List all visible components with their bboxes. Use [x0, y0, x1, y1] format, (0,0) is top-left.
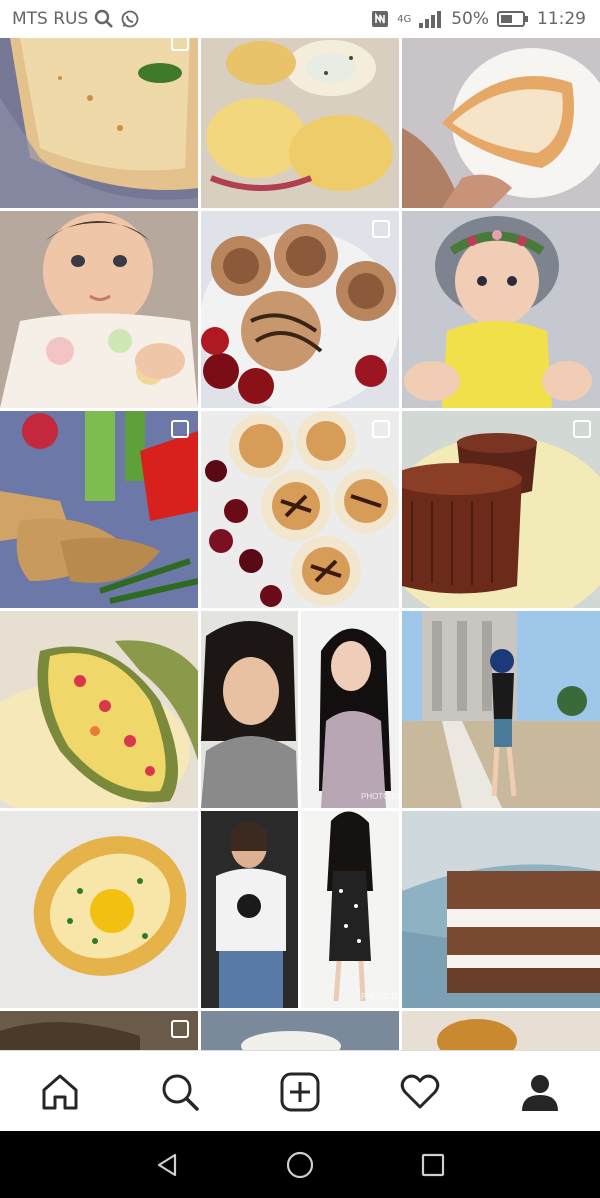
stuffed-zucchini-photo: [0, 611, 198, 808]
nav-new-post-button[interactable]: [240, 1051, 360, 1132]
grid-tile-city-walk[interactable]: [402, 611, 600, 808]
nav-search-button[interactable]: [120, 1051, 240, 1132]
nav-home-button[interactable]: [0, 1051, 120, 1132]
nav-activity-button[interactable]: [360, 1051, 480, 1132]
grid-tile-partial-3[interactable]: [402, 1011, 600, 1050]
breaded-chicken-vegetables-photo: [0, 411, 198, 608]
multi-post-icon: [171, 420, 189, 438]
partial-photo-1: [0, 1011, 198, 1050]
grid-tile-khachapuri[interactable]: [0, 811, 198, 1008]
status-bar: MTS RUS 4G 50% 11:29: [0, 0, 600, 38]
whatsapp-icon: [121, 10, 139, 28]
cheesecake-slice-photo: [402, 38, 600, 208]
profile-icon: [522, 1074, 558, 1111]
android-back-button[interactable]: [147, 1145, 187, 1185]
stuffed-rolls-photo: [201, 38, 399, 208]
android-recents-button[interactable]: [413, 1145, 453, 1185]
grid-tile-zucchini[interactable]: [0, 611, 198, 808]
battery-percent: 50%: [451, 9, 489, 29]
before-after-photo-2: PHOTO EDITOR: [201, 811, 399, 1008]
android-home-button[interactable]: [280, 1145, 320, 1185]
grid-tile-syrniki[interactable]: [201, 411, 399, 608]
signal-icon: [419, 11, 442, 28]
grid-tile-baby[interactable]: [0, 211, 198, 408]
woman-city-walk-photo: [402, 611, 600, 808]
grid-tile-lasagna[interactable]: [0, 38, 198, 208]
grid-tile-before-after-2[interactable]: PHOTO EDITOR: [201, 811, 399, 1008]
activity-icon: [400, 1074, 440, 1108]
home-icon: [42, 1074, 78, 1109]
home-circle-icon: [286, 1151, 314, 1179]
grid-tile-partial-2[interactable]: [201, 1011, 399, 1050]
baby-flower-crown-photo: [402, 211, 600, 408]
clock: 11:29: [537, 9, 586, 29]
chocolate-dessert-photo: [402, 411, 600, 608]
partial-photo-3: [402, 1011, 600, 1050]
back-icon: [157, 1153, 177, 1177]
multi-post-icon: [171, 1020, 189, 1038]
chocolate-crepe-rolls-photo: [201, 211, 399, 408]
baby-photo: [0, 211, 198, 408]
battery-icon: [497, 11, 528, 27]
multi-post-icon: [372, 220, 390, 238]
grid-tile-chicken[interactable]: [0, 411, 198, 608]
grid-tile-chocolate-dessert[interactable]: [402, 411, 600, 608]
grid-tile-rolls[interactable]: [201, 38, 399, 208]
grid-tile-crepes[interactable]: [201, 211, 399, 408]
carrier-name: MTS RUS: [12, 9, 89, 29]
grid-tile-before-after[interactable]: PHOTO EDITOR: [201, 611, 399, 808]
search-icon: [95, 9, 114, 28]
multi-post-icon: [573, 420, 591, 438]
lasagna-photo: [0, 38, 198, 208]
layered-cake-photo: [402, 811, 600, 1008]
grid-tile-baby-crown[interactable]: [402, 211, 600, 408]
new-post-icon: [280, 1072, 320, 1111]
partial-photo-2: [201, 1011, 399, 1050]
syrniki-cherries-photo: [201, 411, 399, 608]
bottom-navigation-bar: [0, 1050, 600, 1132]
khachapuri-photo: [0, 811, 198, 1008]
before-after-photo: PHOTO EDITOR: [201, 611, 399, 808]
multi-post-icon: [171, 38, 189, 51]
grid-tile-cheesecake[interactable]: [402, 38, 600, 208]
search-icon: [162, 1074, 199, 1111]
photo-editor-watermark-2: PHOTO EDITOR: [361, 992, 399, 1001]
network-type: 4G: [397, 13, 412, 25]
android-navigation-bar: [0, 1131, 600, 1198]
profile-photo-grid: PHOTO EDITOR: [0, 38, 600, 1050]
grid-tile-partial-1[interactable]: [0, 1011, 198, 1050]
recents-icon: [421, 1153, 445, 1177]
grid-tile-layered-cake[interactable]: [402, 811, 600, 1008]
nav-profile-button[interactable]: [480, 1051, 600, 1132]
nfc-icon: [372, 11, 389, 27]
photo-editor-watermark: PHOTO EDITOR: [361, 792, 399, 801]
multi-post-icon: [372, 420, 390, 438]
